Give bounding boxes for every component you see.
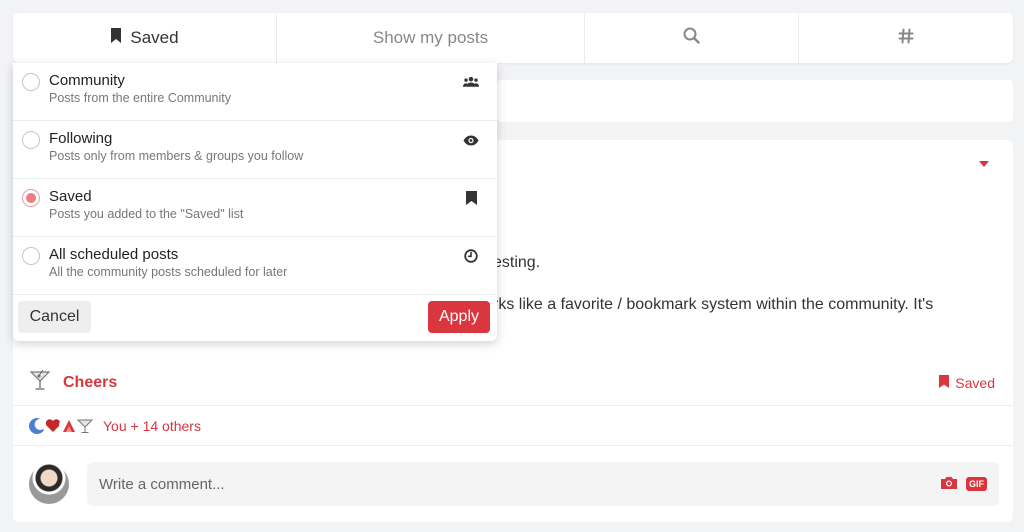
hashtag-icon — [898, 28, 914, 49]
bookmark-icon — [939, 374, 950, 391]
radio-button[interactable] — [22, 247, 40, 265]
comment-input[interactable]: Write a comment... GIF — [87, 462, 999, 506]
option-description: All the community posts scheduled for la… — [49, 265, 288, 279]
filter-option-community[interactable]: Community Posts from the entire Communit… — [13, 63, 497, 121]
post-text-line: rks like a favorite / bookmark system wi… — [493, 296, 934, 313]
post-text-line: esting. — [493, 254, 541, 271]
clock-icon — [463, 248, 479, 264]
reaction-emojis — [27, 415, 95, 436]
apply-button[interactable]: Apply — [428, 301, 490, 333]
filter-option-saved[interactable]: Saved Posts you added to the "Saved" lis… — [13, 179, 497, 237]
composer-strip[interactable] — [497, 80, 1013, 122]
bookmark-icon — [110, 28, 122, 48]
filter-option-following[interactable]: Following Posts only from members & grou… — [13, 121, 497, 179]
option-title: Community — [49, 72, 125, 89]
filter-option-scheduled[interactable]: All scheduled posts All the community po… — [13, 237, 497, 295]
radio-button[interactable] — [22, 73, 40, 91]
reactors-count: You + 14 others — [103, 417, 201, 434]
option-description: Posts from the entire Community — [49, 91, 232, 105]
option-title: All scheduled posts — [49, 246, 179, 263]
tab-show-my-posts-label: Show my posts — [372, 28, 489, 47]
radio-button-selected[interactable] — [22, 189, 40, 207]
radio-button[interactable] — [22, 131, 40, 149]
cancel-button[interactable]: Cancel — [18, 301, 91, 333]
cheers-label: Cheers — [63, 373, 118, 391]
comment-row: Write a comment... GIF — [13, 446, 1013, 522]
feed-filter-dropdown: Community Posts from the entire Communit… — [13, 63, 497, 341]
comment-placeholder: Write a comment... — [99, 475, 225, 493]
tab-hashtag[interactable] — [799, 13, 1013, 63]
tab-saved[interactable]: Saved — [13, 13, 277, 63]
cocktail-icon — [29, 369, 51, 396]
reaction-row: Cheers Saved — [13, 360, 1013, 406]
camera-icon[interactable] — [940, 475, 958, 494]
avatar[interactable] — [29, 464, 69, 504]
option-description: Posts only from members & groups you fol… — [49, 149, 304, 163]
tab-search[interactable] — [585, 13, 799, 63]
dropdown-footer: Cancel Apply — [13, 295, 497, 341]
bookmark-icon — [463, 190, 479, 206]
saved-label: Saved — [955, 374, 995, 391]
gif-button[interactable]: GIF — [966, 477, 987, 491]
option-description: Posts you added to the "Saved" list — [49, 207, 244, 221]
cocktail-emoji-icon — [75, 415, 95, 436]
cheers-reaction-button[interactable]: Cheers — [29, 369, 117, 396]
eye-icon — [463, 132, 479, 148]
reactors-row[interactable]: You + 14 others — [13, 406, 1013, 446]
search-icon — [683, 27, 700, 49]
tab-saved-label: Saved — [130, 28, 179, 47]
people-icon — [463, 74, 479, 90]
post-options-caret-icon[interactable] — [979, 161, 989, 167]
option-title: Following — [49, 130, 113, 147]
saved-toggle[interactable]: Saved — [939, 374, 999, 391]
tab-show-my-posts[interactable]: Show my posts — [277, 13, 585, 63]
feed-filter-tabbar: Saved Show my posts — [13, 13, 1013, 63]
option-title: Saved — [49, 188, 92, 205]
